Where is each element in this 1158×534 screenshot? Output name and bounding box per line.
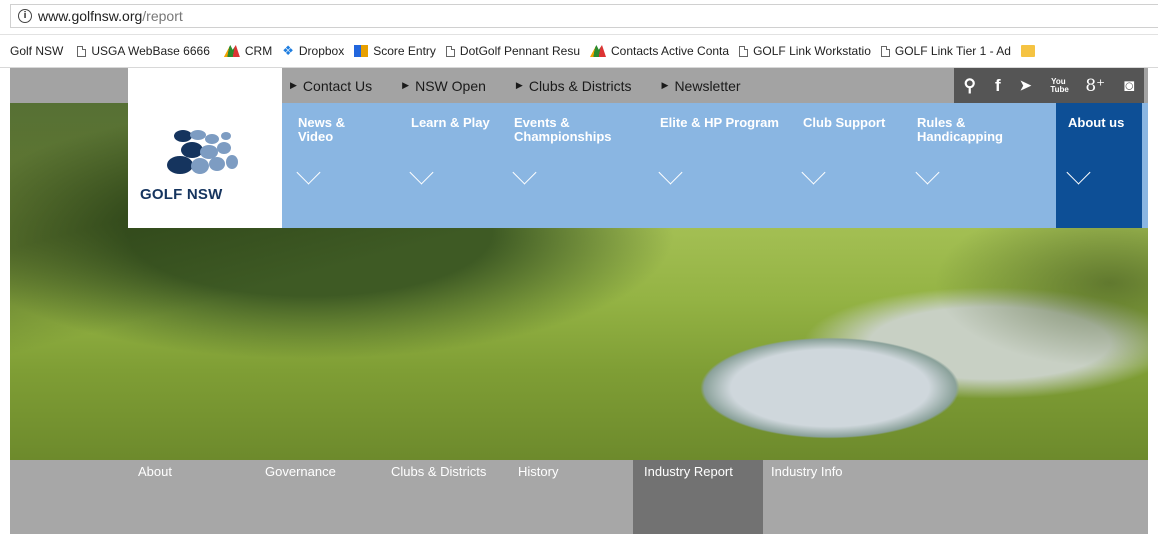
chevron-down-icon	[512, 160, 537, 185]
nav-learn-play[interactable]: Learn & Play	[409, 115, 490, 185]
nav-rules-handicapping[interactable]: Rules & Handicapping	[915, 115, 1003, 185]
bookmark-contacts-active[interactable]: Contacts Active Conta	[590, 44, 729, 58]
triangle-icon: ▶	[661, 80, 669, 90]
bookmark-label: DotGolf Pennant Resu	[459, 44, 580, 58]
nav-label: Events &	[514, 115, 570, 130]
address-bar: i www.golfnsw.org/report	[0, 0, 1158, 35]
subnav-clubs-districts[interactable]: Clubs & Districts	[391, 464, 486, 479]
chevron-down-icon	[409, 160, 434, 185]
chevron-down-icon	[801, 160, 826, 185]
bookmarks-bar: Golf NSW USGA WebBase 6666 CRM ❖ Dropbox …	[0, 35, 1158, 68]
website: ▶ Contact Us ▶ NSW Open ▶ Clubs & Districts…	[10, 68, 1158, 534]
url-field[interactable]: i www.golfnsw.org/report	[10, 4, 1158, 28]
url-path: /report	[142, 8, 183, 24]
utility-label: Contact Us	[302, 77, 373, 94]
page-icon	[880, 45, 890, 57]
bookmark-label: Dropbox	[298, 44, 345, 58]
subnav-industry-report[interactable]: Industry Report	[644, 464, 733, 479]
newsletter-link[interactable]: ▶ Newsletter	[662, 78, 741, 94]
bookmark-golf-nsw[interactable]: Golf NSW	[10, 44, 63, 58]
nav-label: News &	[298, 115, 345, 130]
subnav-governance[interactable]: Governance	[265, 464, 336, 479]
bookmark-dotgolf-pennant[interactable]: DotGolf Pennant Resu	[445, 44, 580, 58]
page-icon	[739, 45, 749, 57]
dropbox-icon: ❖	[282, 43, 294, 58]
bookmark-score-entry[interactable]: Score Entry	[354, 44, 436, 58]
nav-label: Learn & Play	[411, 115, 490, 130]
crm-icon	[223, 45, 240, 57]
bookmark-label: GOLF Link Workstatio	[753, 44, 871, 58]
google-plus-icon[interactable]: 8⁺	[1085, 76, 1105, 96]
bookmark-label: USGA WebBase 6666	[91, 44, 210, 58]
nav-label: Elite & HP Program	[660, 115, 779, 130]
sub-nav: About Governance Clubs & Districts Histo…	[10, 460, 1158, 534]
info-icon[interactable]: i	[18, 9, 32, 23]
contact-us-link[interactable]: ▶ Contact Us	[290, 78, 372, 94]
folder-icon	[1020, 45, 1035, 57]
bookmark-golflink-workstation[interactable]: GOLF Link Workstatio	[739, 44, 871, 58]
social-bar: ⚲ f ➤ You Tube 8⁺ ◙	[954, 68, 1144, 103]
bookmark-label: Score Entry	[373, 44, 436, 58]
bookmark-label: GOLF Link Tier 1 - Ad	[894, 44, 1011, 58]
bookmark-label: Golf NSW	[10, 44, 64, 58]
nav-events-championships[interactable]: Events & Championships	[512, 115, 612, 185]
chevron-down-icon	[296, 160, 321, 185]
triangle-icon: ▶	[515, 80, 523, 90]
triangle-icon: ▶	[290, 80, 297, 90]
page-icon	[445, 45, 455, 57]
triangle-icon: ▶	[402, 80, 410, 90]
youtube-icon[interactable]: You Tube	[1050, 77, 1069, 94]
subnav-about[interactable]: About	[138, 464, 172, 479]
instagram-icon[interactable]: ◙	[1124, 76, 1134, 96]
nav-club-support[interactable]: Club Support	[801, 115, 886, 185]
utility-label: Newsletter	[674, 77, 741, 94]
bookmark-crm[interactable]: CRM	[223, 44, 273, 58]
golf-balls-icon	[167, 130, 238, 174]
nav-label: Championships	[514, 129, 612, 144]
nav-label: Video	[298, 129, 334, 144]
subnav-history[interactable]: History	[518, 464, 558, 479]
nav-label: Handicapping	[917, 129, 1003, 144]
bookmark-folder[interactable]	[1020, 45, 1040, 57]
bookmark-golflink-tier1[interactable]: GOLF Link Tier 1 - Ad	[880, 44, 1011, 58]
subnav-industry-info[interactable]: Industry Info	[771, 464, 843, 479]
utility-nav: ▶ Contact Us ▶ NSW Open ▶ Clubs & Districts…	[290, 68, 771, 103]
bookmark-dropbox[interactable]: ❖ Dropbox	[282, 43, 344, 59]
chevron-down-icon	[658, 160, 683, 185]
chevron-down-icon	[915, 160, 940, 185]
bookmark-label: CRM	[244, 44, 273, 58]
nav-elite-hp-program[interactable]: Elite & HP Program	[658, 115, 779, 185]
nav-about-us[interactable]: About us	[1066, 115, 1125, 185]
url-host: www.golfnsw.org	[38, 8, 143, 24]
nsw-open-link[interactable]: ▶ NSW Open	[402, 78, 486, 94]
crm-icon	[590, 45, 606, 57]
utility-label: NSW Open	[415, 77, 486, 94]
bookmark-label: Contacts Active Conta	[611, 44, 730, 58]
clubs-districts-link[interactable]: ▶ Clubs & Districts	[516, 78, 632, 94]
main-nav: News & Video Learn & Play Events & Champio…	[282, 103, 1158, 228]
twitter-icon[interactable]: ➤	[1020, 77, 1032, 94]
score-icon	[354, 45, 369, 57]
nav-label: Club Support	[803, 115, 886, 130]
search-icon[interactable]: ⚲	[964, 76, 976, 96]
facebook-icon[interactable]: f	[995, 76, 1001, 96]
golf-nsw-logo[interactable]: GOLF NSW	[128, 68, 282, 228]
right-margin	[1148, 68, 1158, 534]
nav-label: Rules &	[917, 115, 966, 130]
utility-label: Clubs & Districts	[528, 77, 632, 94]
nav-label: About us	[1068, 115, 1125, 130]
logo-text: GOLF NSW	[140, 186, 223, 203]
bookmark-usga-webbase[interactable]: USGA WebBase 6666	[77, 44, 210, 58]
page-icon	[77, 45, 87, 57]
nav-news-video[interactable]: News & Video	[296, 115, 345, 185]
